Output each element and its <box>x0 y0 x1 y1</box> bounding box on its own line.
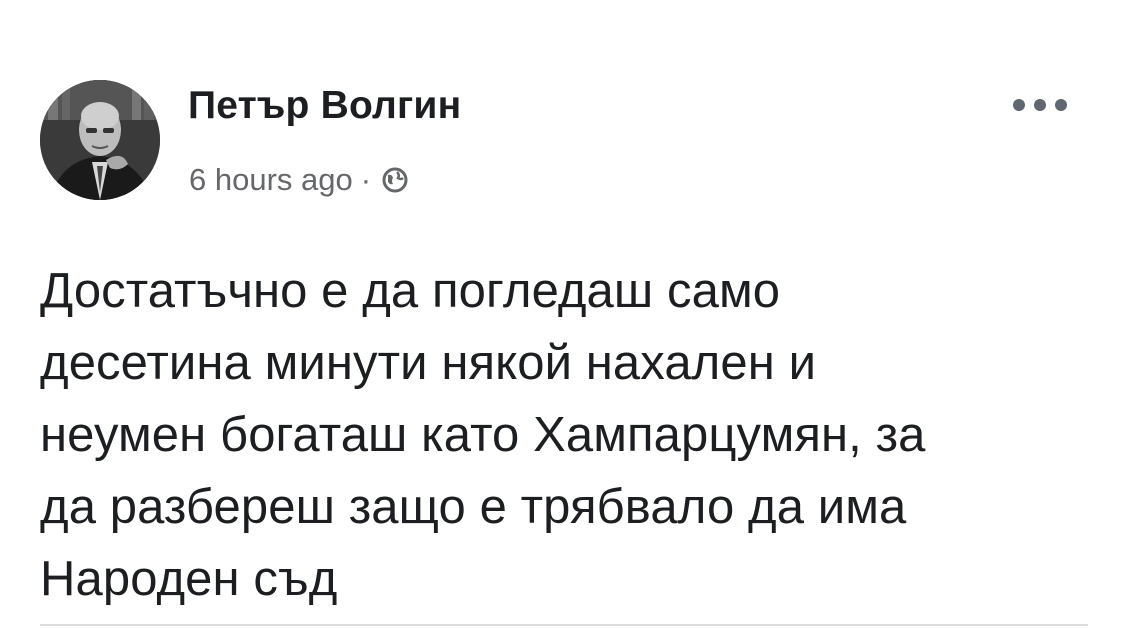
post-meta: 6 hours ago · <box>189 162 409 198</box>
meta-separator: · <box>360 162 372 197</box>
divider <box>40 624 1088 626</box>
post-timestamp[interactable]: 6 hours ago <box>189 162 353 198</box>
avatar-photo <box>40 80 160 200</box>
avatar[interactable] <box>40 80 160 200</box>
author-name[interactable]: Петър Волгин <box>188 84 461 128</box>
globe-icon[interactable] <box>381 166 409 194</box>
facebook-post: Петър Волгин 6 hours ago · Достатъчно е … <box>0 0 1125 628</box>
more-options-icon <box>1013 99 1067 111</box>
post-text: Достатъчно е да погледаш само десетина м… <box>40 264 926 606</box>
more-options-button[interactable] <box>1000 90 1080 120</box>
